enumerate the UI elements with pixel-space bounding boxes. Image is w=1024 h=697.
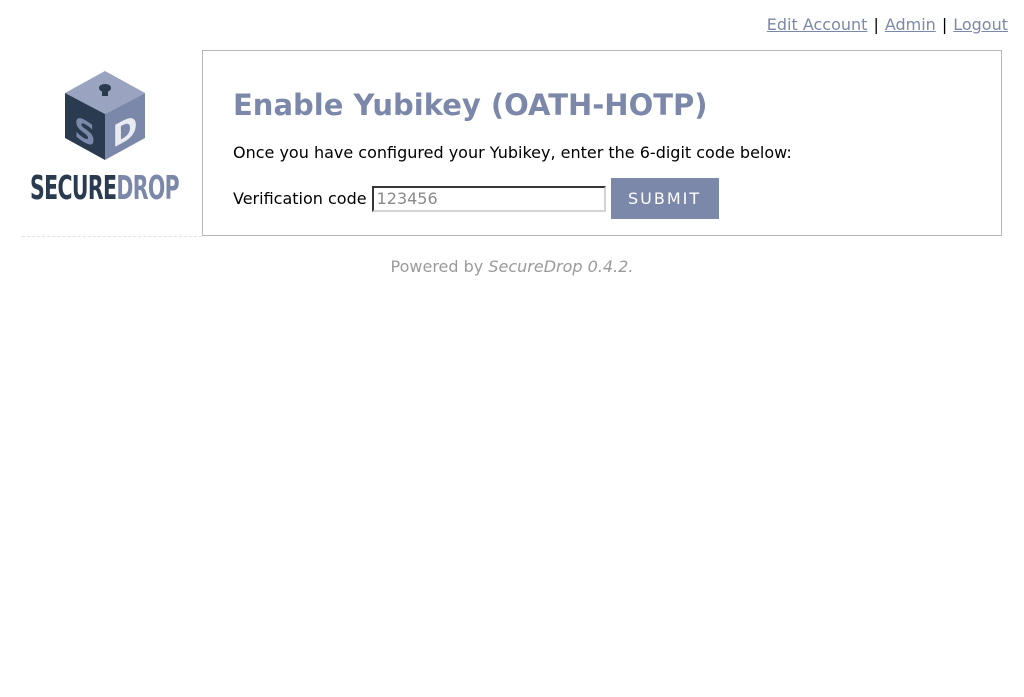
main-panel: Enable Yubikey (OATH-HOTP) Once you have…: [202, 50, 1002, 236]
logout-link[interactable]: Logout: [953, 15, 1008, 34]
admin-link[interactable]: Admin: [885, 15, 936, 34]
submit-button[interactable]: SUBMIT: [610, 178, 719, 219]
logo-word-secure: SECURE: [30, 168, 117, 207]
verification-code-input[interactable]: [371, 185, 606, 212]
edit-account-link[interactable]: Edit Account: [767, 15, 868, 34]
nav-separator: |: [941, 15, 948, 34]
verification-form: Verification code SUBMIT: [233, 178, 719, 219]
footer: Powered by SecureDrop 0.4.2.: [0, 257, 1024, 277]
logo-wordmark: SECUREDROP: [30, 168, 180, 208]
footer-product: SecureDrop 0.4.2: [488, 257, 629, 276]
page-title: Enable Yubikey (OATH-HOTP): [233, 88, 708, 122]
divider: [22, 236, 202, 237]
securedrop-logo[interactable]: S D SECUREDROP: [30, 70, 182, 208]
footer-suffix: .: [628, 257, 634, 276]
cube-logo-icon: S D: [65, 71, 145, 160]
logo-word-drop: DROP: [116, 168, 180, 207]
nav-separator: |: [873, 15, 879, 34]
verification-code-label: Verification code: [233, 189, 367, 208]
footer-prefix: Powered by: [390, 257, 489, 276]
instructions-text: Once you have configured your Yubikey, e…: [233, 143, 792, 162]
top-navigation: Edit Account | Admin | Logout: [767, 15, 1008, 35]
